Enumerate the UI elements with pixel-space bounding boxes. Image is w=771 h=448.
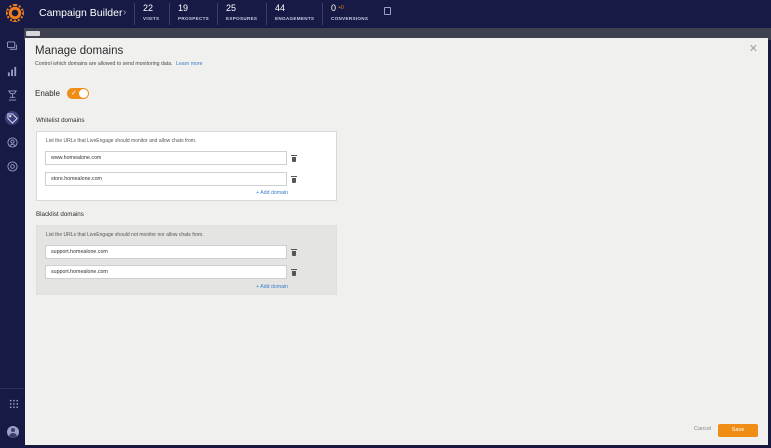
- whitelist-description: List the URLs that LiveEngage should mon…: [46, 138, 197, 144]
- stat-engagements-label: ENGAGEMENTS: [275, 16, 315, 21]
- stat-exposures-value: 25: [226, 3, 237, 13]
- blacklist-title: Blacklist domains: [36, 211, 84, 218]
- stat-conversions-label: CONVERSIONS: [331, 16, 369, 21]
- avatar-icon[interactable]: [7, 426, 19, 438]
- stat-visits-value: 22: [143, 3, 154, 13]
- sidebar-divider: [0, 388, 24, 389]
- chat-bubbles-icon[interactable]: [7, 41, 18, 51]
- whitelist-domain-input-2[interactable]: [45, 172, 287, 186]
- enable-toggle[interactable]: ✓: [67, 88, 89, 99]
- cancel-button[interactable]: Cancel: [694, 426, 711, 432]
- blacklist-domain-input-2[interactable]: [45, 265, 287, 279]
- enable-label: Enable: [35, 89, 60, 98]
- modal-subtitle: Control which domains are allowed to sen…: [35, 61, 203, 67]
- calendar-icon[interactable]: [384, 7, 391, 15]
- whitelist-panel: List the URLs that LiveEngage should mon…: [36, 131, 337, 201]
- modal-title: Manage domains: [35, 45, 124, 57]
- stat-exposures[interactable]: 25 EXPOSURES: [217, 3, 257, 25]
- stat-visits[interactable]: 22 VISITS: [134, 3, 159, 25]
- whitelist-add-domain-link[interactable]: + Add domain: [256, 190, 288, 196]
- learn-more-link[interactable]: Learn more: [176, 61, 203, 67]
- trash-icon[interactable]: [291, 176, 297, 183]
- stat-conversions-delta: +0: [338, 5, 344, 11]
- stat-engagements[interactable]: 44 ENGAGEMENTS: [266, 3, 314, 25]
- stat-engagements-value: 44: [275, 3, 286, 13]
- trash-icon[interactable]: [291, 249, 297, 256]
- tag-icon[interactable]: [5, 111, 19, 125]
- chevron-right-icon: ›: [123, 7, 127, 18]
- modal-subtitle-text: Control which domains are allowed to sen…: [35, 61, 173, 67]
- trash-icon[interactable]: [291, 155, 297, 162]
- top-bar: Campaign Builder › 22 VISITS 19 PROSPECT…: [0, 0, 771, 28]
- left-sidebar: [0, 28, 24, 448]
- blacklist-description: List the URLs that LiveEngage should not…: [46, 232, 204, 238]
- stat-prospects[interactable]: 19 PROSPECTS: [169, 3, 209, 25]
- blacklist-add-domain-link[interactable]: + Add domain: [256, 284, 288, 290]
- settings-icon[interactable]: [7, 161, 18, 172]
- stat-conversions-value: 0 +0: [331, 3, 344, 13]
- stat-prospects-label: PROSPECTS: [178, 16, 210, 21]
- bar-chart-icon[interactable]: [7, 66, 18, 77]
- user-circle-icon[interactable]: [7, 137, 18, 148]
- save-button[interactable]: Save: [718, 424, 758, 437]
- blacklist-panel: List the URLs that LiveEngage should not…: [36, 225, 337, 295]
- whitelist-title: Whitelist domains: [36, 117, 85, 124]
- trash-icon[interactable]: [291, 269, 297, 276]
- campaign-icon[interactable]: [7, 90, 18, 101]
- stat-exposures-label: EXPOSURES: [226, 16, 258, 21]
- check-icon: ✓: [71, 90, 77, 97]
- stat-visits-label: VISITS: [143, 16, 160, 21]
- blacklist-domain-input-1[interactable]: [45, 245, 287, 259]
- apps-grid-icon[interactable]: [9, 399, 18, 408]
- liveengage-logo-icon[interactable]: [6, 4, 24, 22]
- toggle-knob: [79, 89, 88, 98]
- backdrop-tab: [26, 31, 40, 36]
- whitelist-domain-input-1[interactable]: [45, 151, 287, 165]
- stat-conversions[interactable]: 0 +0 CONVERSIONS: [322, 3, 368, 25]
- stat-prospects-value: 19: [178, 3, 189, 13]
- app-title: Campaign Builder: [39, 7, 123, 19]
- close-icon[interactable]: ✕: [749, 44, 758, 55]
- manage-domains-modal: Manage domains Control which domains are…: [25, 38, 768, 445]
